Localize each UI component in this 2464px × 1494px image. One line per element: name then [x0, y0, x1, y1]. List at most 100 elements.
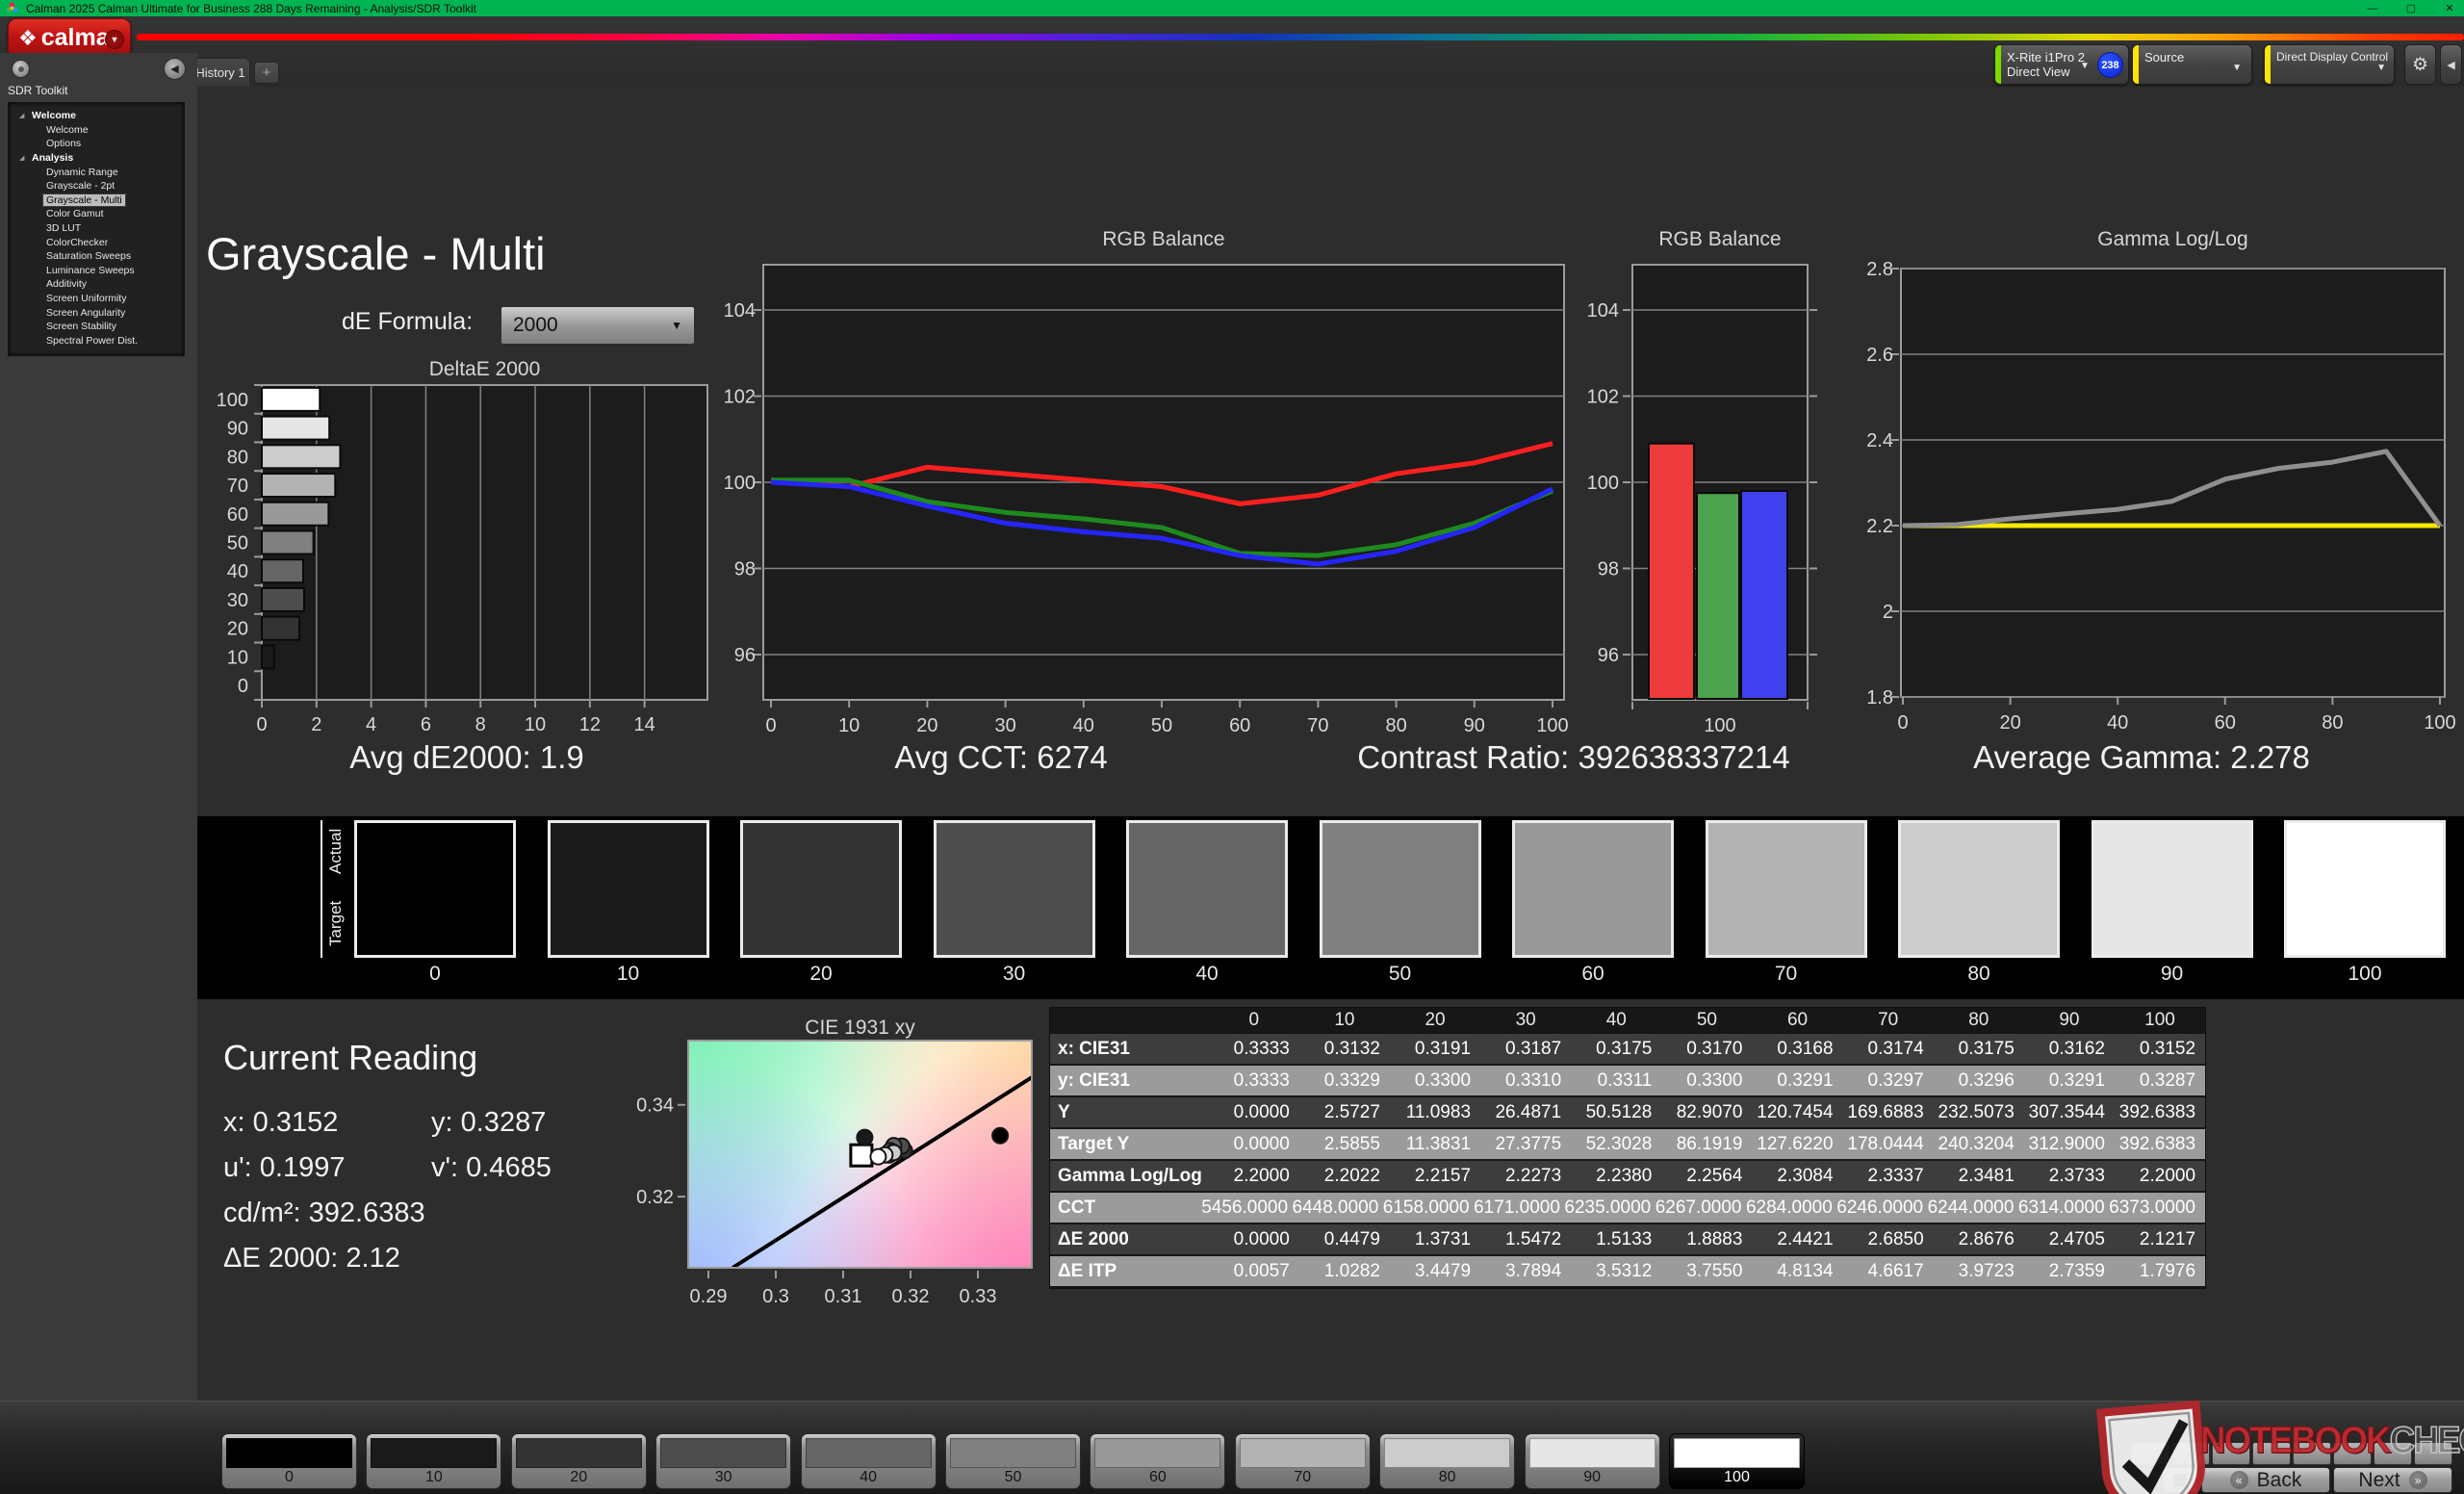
- close-button[interactable]: ✕: [2441, 2, 2458, 14]
- gamma-line-chart: Gamma Log/Log 1.8 2 2.2 2.4 2.6 2.8 0 20 40 60 80 10…: [1848, 228, 2464, 748]
- de-formula-dropdown[interactable]: 2000 ▼: [500, 306, 695, 345]
- tick-label: 2: [1883, 602, 1893, 623]
- sidebar-item-options[interactable]: Options: [9, 137, 184, 151]
- sidebar-collapse-button[interactable]: ◀: [164, 58, 186, 80]
- sidebar-item-label: Screen Angularity: [46, 306, 126, 319]
- pattern-patch-0[interactable]: 0: [221, 1433, 357, 1489]
- collapse-panel-button[interactable]: ◀: [2440, 44, 2462, 85]
- table-cell: 2.3481: [1958, 1165, 2015, 1186]
- pattern-control-button[interactable]: [2171, 1442, 2210, 1465]
- workflow-tree: ◢ Welcome Welcome Options ◢ Analysis Dynamic R…: [8, 102, 185, 356]
- rgb-bars-title: RGB Balance: [1658, 228, 1782, 250]
- pattern-patch-40[interactable]: 40: [800, 1433, 937, 1489]
- settings-button[interactable]: ⚙: [2404, 44, 2436, 85]
- pattern-control-button[interactable]: [2131, 1442, 2169, 1465]
- measured-point-10: [856, 1128, 874, 1146]
- table-cell: 2.4705: [2048, 1228, 2105, 1249]
- category-label: 0: [238, 676, 248, 697]
- table-cell: 6267.0000: [1655, 1197, 1742, 1218]
- tick-label: 100: [2424, 712, 2455, 734]
- sidebar-item-spectral-power-dist-[interactable]: Spectral Power Dist.: [9, 334, 184, 348]
- table-cell: 2.4421: [1777, 1228, 1834, 1249]
- pattern-patch-80[interactable]: 80: [1379, 1433, 1516, 1489]
- logo-menu-chevron-icon[interactable]: ▼: [105, 30, 124, 49]
- table-cell: 0.3170: [1686, 1038, 1743, 1059]
- sidebar-item-colorchecker[interactable]: ColorChecker: [9, 235, 184, 249]
- pattern-patch-20[interactable]: 20: [510, 1433, 647, 1489]
- pattern-control-button[interactable]: [2293, 1442, 2331, 1465]
- sidebar-item-luminance-sweeps[interactable]: Luminance Sweeps: [9, 264, 184, 278]
- pattern-patch-10[interactable]: 10: [366, 1433, 502, 1489]
- sidebar-item-additivity[interactable]: Additivity: [9, 277, 184, 292]
- tick-label: 96: [734, 645, 756, 666]
- sidebar-item-screen-uniformity[interactable]: Screen Uniformity: [9, 292, 184, 306]
- pattern-control-button[interactable]: [2414, 1442, 2452, 1465]
- table-cell: 1.3731: [1414, 1228, 1472, 1249]
- table-cell: 232.5073: [1938, 1101, 2015, 1122]
- table-cell: 2.2273: [1505, 1165, 1562, 1186]
- pattern-control-button[interactable]: [2252, 1442, 2291, 1465]
- table-cell: 2.3733: [2048, 1165, 2105, 1186]
- table-row: ΔE ITP 0.0057 1.0282 3.4479 3.7894 3.5312 3.75…: [1050, 1256, 2205, 1288]
- sidebar-item-saturation-sweeps[interactable]: Saturation Sweeps: [9, 249, 184, 264]
- grayscale-swatch-80: [1898, 820, 2060, 958]
- sidebar-item-analysis[interactable]: ◢ Analysis: [9, 151, 184, 166]
- pattern-control-button[interactable]: [2374, 1442, 2412, 1465]
- cie-chart-svg: 0.29 0.3 0.31 0.32 0.33 0.32 0.34: [636, 1040, 1034, 1307]
- tick-label: 10: [525, 714, 546, 735]
- sidebar-item-welcome[interactable]: ◢ Welcome: [9, 109, 184, 123]
- pattern-patch-100[interactable]: 100: [1669, 1433, 1805, 1489]
- table-cell: 3.4479: [1414, 1260, 1472, 1281]
- pattern-patch-60[interactable]: 60: [1090, 1433, 1226, 1489]
- rgb-bar-blue: [1740, 489, 1788, 700]
- table-cell: 2.7359: [2048, 1260, 2105, 1281]
- chevron-down-icon: ▼: [2376, 63, 2386, 73]
- pattern-patch-30[interactable]: 30: [655, 1433, 792, 1489]
- reading-v: v': 0.4685: [431, 1152, 552, 1183]
- sidebar-item-screen-angularity[interactable]: Screen Angularity: [9, 305, 184, 320]
- sidebar-item-color-gamut[interactable]: Color Gamut: [9, 207, 184, 221]
- pattern-control-button[interactable]: [2212, 1442, 2250, 1465]
- sidebar-item-welcome[interactable]: Welcome: [9, 123, 184, 138]
- gear-icon: ⚙: [2411, 54, 2429, 75]
- calman-logo-button[interactable]: ❖ calman ▼: [8, 18, 131, 58]
- tick-label: 80: [1385, 715, 1406, 736]
- meter-dropdown[interactable]: X-Rite i1Pro 2 Direct View ▼ 238: [1994, 44, 2129, 85]
- table-row: ΔE 2000 0.0000 0.4479 1.3731 1.5472 1.5133 1.8…: [1050, 1224, 2205, 1256]
- table-cell: 0.3175: [1596, 1038, 1653, 1059]
- grayscale-swatch-60: [1512, 820, 1674, 958]
- tick-label: 98: [1598, 559, 1619, 580]
- back-button[interactable]: « Back: [2201, 1467, 2330, 1493]
- minimize-button[interactable]: —: [2364, 3, 2381, 14]
- tick-label: 102: [1587, 386, 1619, 407]
- add-tab-button[interactable]: +: [254, 62, 279, 84]
- target-point-marker: [849, 1143, 874, 1168]
- sidebar-item-label: Grayscale - Multi: [42, 193, 126, 207]
- table-cell: 0.3162: [2048, 1038, 2105, 1059]
- pattern-patch-90[interactable]: 90: [1524, 1433, 1660, 1489]
- display-control-dropdown[interactable]: Direct Display Control ▼: [2264, 44, 2395, 85]
- pattern-patch-70[interactable]: 70: [1234, 1433, 1371, 1489]
- maximize-button[interactable]: ▢: [2402, 2, 2420, 14]
- category-label: 70: [227, 476, 248, 497]
- table-cell: 0.4479: [1323, 1228, 1380, 1249]
- pattern-patch-50[interactable]: 50: [945, 1433, 1081, 1489]
- sidebar-item-grayscale-multi[interactable]: Grayscale - Multi: [9, 193, 184, 208]
- sidebar-item-3d-lut[interactable]: 3D LUT: [9, 221, 184, 236]
- reading-x: x: 0.3152: [223, 1107, 339, 1138]
- blank-pattern-button[interactable]: [2163, 1467, 2197, 1493]
- pattern-control-button[interactable]: [2333, 1442, 2372, 1465]
- tab-history-1[interactable]: History 1: [191, 58, 250, 87]
- sidebar-knob-button[interactable]: [12, 60, 30, 78]
- tree-expander-icon[interactable]: ◢: [19, 154, 29, 162]
- sidebar-item-screen-stability[interactable]: Screen Stability: [9, 320, 184, 334]
- sidebar-item-grayscale-2pt[interactable]: Grayscale - 2pt: [9, 179, 184, 193]
- category-label: 60: [227, 504, 248, 526]
- next-button[interactable]: Next »: [2333, 1467, 2452, 1493]
- table-cell: 82.9070: [1676, 1101, 1743, 1122]
- sidebar-item-dynamic-range[interactable]: Dynamic Range: [9, 165, 184, 179]
- sidebar-item-label: Dynamic Range: [46, 166, 118, 178]
- source-dropdown[interactable]: Source ▼: [2132, 44, 2252, 85]
- tree-expander-icon[interactable]: ◢: [19, 112, 29, 119]
- table-cell: 3.9723: [1958, 1260, 2015, 1281]
